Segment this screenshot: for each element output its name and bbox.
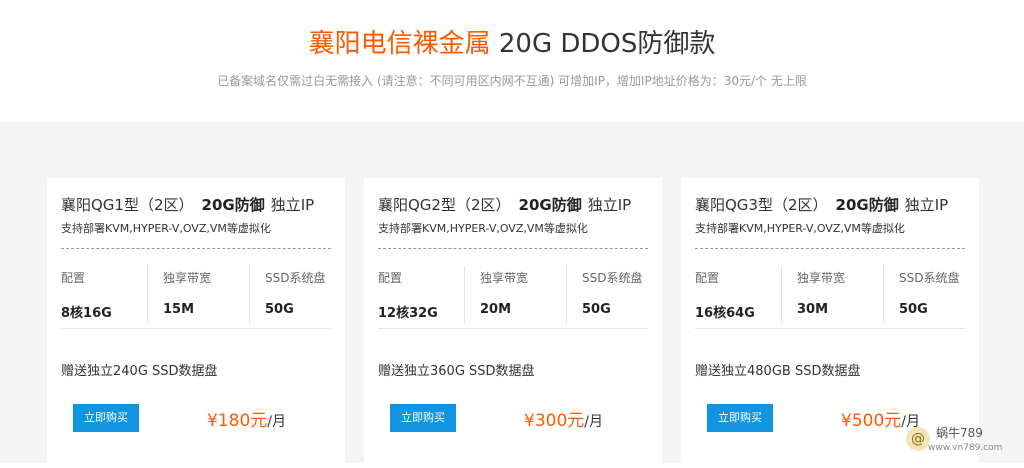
spec-disk-label: SSD系统盘	[899, 271, 960, 285]
spec-bandwidth-value: 30M	[797, 302, 829, 317]
price-amount: ¥500元	[841, 411, 902, 431]
plan-card-qg1: 襄阳QG1型（2区） 20G防御 独立IP 支持部署KVM,HYPER-V,OVZ,…	[47, 178, 345, 468]
buy-now-button[interactable]: 立即购买	[707, 404, 773, 432]
page-header: 襄阳电信裸金属 20G DDOS防御款 已备案域名仅需过白无需接入 (请注意：不…	[0, 0, 1024, 122]
plan-support: 支持部署KVM,HYPER-V,OVZ,VM等虚拟化	[61, 222, 271, 235]
pricing-section: 襄阳QG1型（2区） 20G防御 独立IP 支持部署KVM,HYPER-V,OVZ,…	[0, 122, 1024, 468]
spec-bandwidth-label: 独享带宽	[163, 271, 212, 285]
plan-card-qg2: 襄阳QG2型（2区） 20G防御 独立IP 支持部署KVM,HYPER-V,OVZ,…	[364, 178, 662, 468]
card-title: 襄阳QG2型（2区） 20G防御 独立IP	[378, 194, 648, 216]
spec-config-value: 16核64G	[695, 306, 755, 321]
spec-row: 配置 16核64G 独享带宽 30M SSD系统盘 50G	[695, 266, 965, 329]
spec-config-value: 8核16G	[61, 306, 112, 321]
price-unit: /月	[267, 414, 286, 430]
card-header: 襄阳QG1型（2区） 20G防御 独立IP 支持部署KVM,HYPER-V,OVZ,…	[61, 194, 331, 249]
spec-disk-label: SSD系统盘	[582, 271, 643, 285]
snail-icon: @	[906, 427, 930, 451]
plan-price: ¥300元/月	[524, 406, 603, 431]
spec-config-label: 配置	[61, 271, 86, 285]
price-unit: /月	[584, 414, 603, 430]
title-accent: 襄阳电信裸金属	[308, 29, 491, 59]
spec-disk-value: 50G	[582, 302, 611, 317]
plan-support: 支持部署KVM,HYPER-V,OVZ,VM等虚拟化	[378, 222, 588, 235]
plan-name: 襄阳QG2型（2区）	[378, 196, 511, 214]
watermark-name: 蜗牛789	[936, 426, 983, 440]
spec-disk-label: SSD系统盘	[265, 271, 326, 285]
page-subtitle: 已备案域名仅需过白无需接入 (请注意：不同可用区内网不互通) 可增加IP，增加I…	[217, 74, 807, 88]
spec-disk: SSD系统盘 50G	[249, 266, 332, 324]
spec-bandwidth-value: 15M	[163, 302, 195, 317]
spec-config-value: 12核32G	[378, 306, 438, 321]
plan-ip: 独立IP	[904, 196, 949, 214]
price-amount: ¥180元	[207, 411, 268, 431]
page-title: 襄阳电信裸金属 20G DDOS防御款	[0, 26, 1024, 62]
spec-bandwidth-label: 独享带宽	[797, 271, 846, 285]
plan-protection: 20G防御	[518, 196, 582, 214]
watermark: @ 蜗牛789 www.vn789.com	[906, 423, 1016, 459]
spec-disk: SSD系统盘 50G	[566, 266, 649, 324]
card-title: 襄阳QG3型（2区） 20G防御 独立IP	[695, 194, 965, 216]
plan-protection: 20G防御	[835, 196, 899, 214]
card-header: 襄阳QG2型（2区） 20G防御 独立IP 支持部署KVM,HYPER-V,OVZ,…	[378, 194, 648, 249]
plan-gift: 赠送独立240G SSD数据盘	[61, 364, 218, 379]
spec-config-label: 配置	[378, 271, 403, 285]
spec-bandwidth-label: 独享带宽	[480, 271, 529, 285]
spec-bandwidth: 独享带宽 30M	[781, 266, 877, 324]
plan-protection: 20G防御	[201, 196, 265, 214]
plan-support: 支持部署KVM,HYPER-V,OVZ,VM等虚拟化	[695, 222, 905, 235]
title-rest: 20G DDOS防御款	[490, 29, 716, 59]
spec-row: 配置 8核16G 独享带宽 15M SSD系统盘 50G	[61, 266, 331, 329]
buy-now-button[interactable]: 立即购买	[73, 404, 139, 432]
plan-price: ¥180元/月	[207, 406, 286, 431]
watermark-url: www.vn789.com	[928, 443, 1003, 453]
spec-config: 配置 8核16G	[61, 266, 139, 324]
plan-name: 襄阳QG1型（2区）	[61, 196, 194, 214]
card-title: 襄阳QG1型（2区） 20G防御 独立IP	[61, 194, 331, 216]
plan-ip: 独立IP	[270, 196, 315, 214]
plan-gift: 赠送独立480GB SSD数据盘	[695, 364, 861, 379]
spec-config: 配置 16核64G	[695, 266, 773, 324]
spec-bandwidth: 独享带宽 20M	[464, 266, 560, 324]
spec-disk: SSD系统盘 50G	[883, 266, 966, 324]
spec-row: 配置 12核32G 独享带宽 20M SSD系统盘 50G	[378, 266, 648, 329]
spec-disk-value: 50G	[899, 302, 928, 317]
spec-disk-value: 50G	[265, 302, 294, 317]
spec-bandwidth: 独享带宽 15M	[147, 266, 243, 324]
card-header: 襄阳QG3型（2区） 20G防御 独立IP 支持部署KVM,HYPER-V,OVZ,…	[695, 194, 965, 249]
plan-gift: 赠送独立360G SSD数据盘	[378, 364, 535, 379]
spec-config-label: 配置	[695, 271, 720, 285]
price-amount: ¥300元	[524, 411, 585, 431]
spec-bandwidth-value: 20M	[480, 302, 512, 317]
plan-name: 襄阳QG3型（2区）	[695, 196, 828, 214]
plan-ip: 独立IP	[587, 196, 632, 214]
buy-now-button[interactable]: 立即购买	[390, 404, 456, 432]
spec-config: 配置 12核32G	[378, 266, 456, 324]
